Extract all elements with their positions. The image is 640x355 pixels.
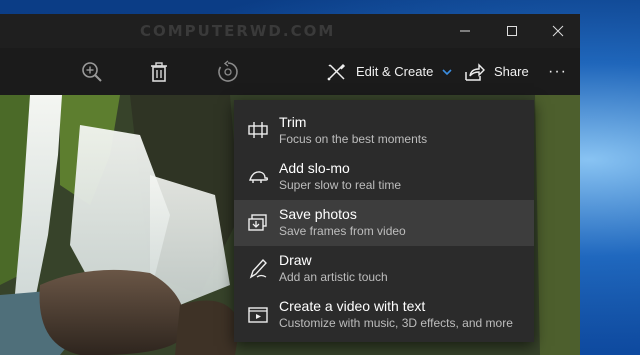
menu-item-subtitle: Add an artistic touch	[279, 270, 388, 284]
turtle-icon	[249, 171, 269, 183]
pen-icon	[249, 258, 267, 279]
menu-item-title: Create a video with text	[279, 298, 426, 314]
zoom-in-icon[interactable]	[80, 60, 104, 84]
menu-item-title: Draw	[279, 252, 312, 268]
menu-item-title: Save photos	[279, 206, 357, 222]
menu-item-add-slo-mo[interactable]: Add slo-mo Super slow to real time	[234, 154, 534, 200]
menu-item-title: Trim	[279, 114, 307, 130]
more-label: ···	[548, 62, 567, 80]
title-bar: COMPUTERWD.COM	[0, 14, 580, 48]
maximize-icon	[507, 26, 517, 36]
menu-item-create-video-with-text[interactable]: Create a video with text Customize with …	[234, 292, 534, 338]
menu-item-trim[interactable]: Trim Focus on the best moments	[234, 108, 534, 154]
menu-item-title: Add slo-mo	[279, 160, 350, 176]
menu-item-draw[interactable]: Draw Add an artistic touch	[234, 246, 534, 292]
edit-create-icon	[327, 63, 346, 81]
menu-item-subtitle: Focus on the best moments	[279, 132, 428, 146]
save-photos-icon	[248, 214, 267, 231]
menu-item-save-photos[interactable]: Save photos Save frames from video	[234, 200, 534, 246]
maximize-button[interactable]	[489, 14, 535, 48]
minimize-button[interactable]	[442, 14, 488, 48]
share-label: Share	[494, 64, 529, 79]
close-icon	[552, 25, 564, 37]
close-button[interactable]	[535, 14, 581, 48]
share-button[interactable]: Share	[463, 48, 529, 95]
more-options-button[interactable]: ···	[548, 48, 567, 95]
trim-icon	[248, 122, 268, 138]
edit-create-button[interactable]: Edit & Create	[325, 48, 452, 95]
chevron-down-icon	[442, 68, 452, 75]
menu-item-subtitle: Save frames from video	[279, 224, 406, 238]
toolbar: Edit & Create Share ···	[0, 48, 580, 95]
rotate-icon[interactable]	[216, 60, 240, 84]
edit-create-label: Edit & Create	[356, 64, 434, 79]
minimize-icon	[460, 30, 470, 32]
menu-item-subtitle: Super slow to real time	[279, 178, 402, 192]
watermark: COMPUTERWD.COM	[140, 22, 336, 40]
edit-create-menu: Trim Focus on the best moments Add slo-m…	[234, 100, 534, 342]
share-icon	[465, 62, 485, 81]
trash-icon[interactable]	[147, 60, 171, 84]
menu-item-subtitle: Customize with music, 3D effects, and mo…	[279, 316, 513, 330]
video-text-icon	[248, 307, 268, 323]
